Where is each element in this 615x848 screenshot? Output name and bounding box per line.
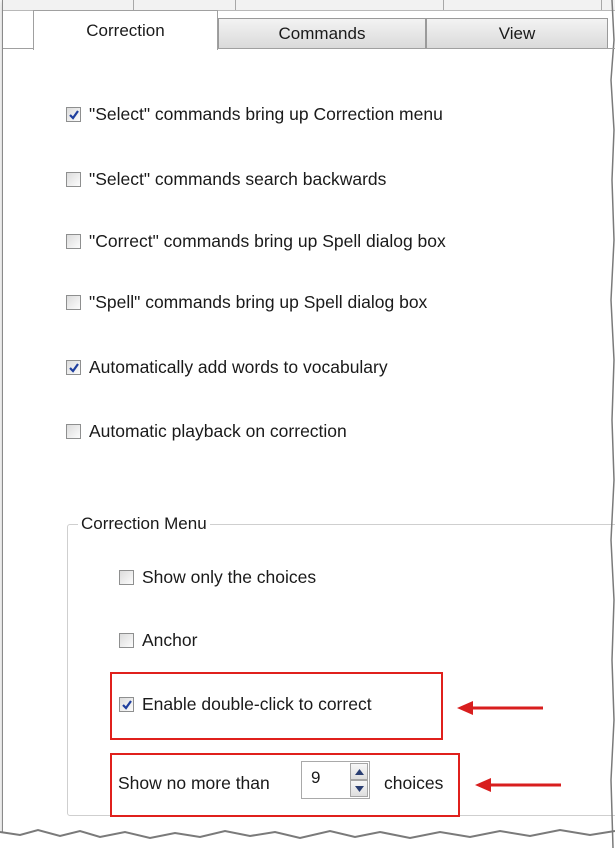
red-arrow-icon — [457, 701, 543, 715]
option-label: Automatically add words to vocabulary — [89, 357, 388, 377]
chevron-down-icon — [355, 786, 364, 792]
option-auto-add-words[interactable]: Automatically add words to vocabulary — [66, 357, 388, 378]
checkbox-unchecked[interactable] — [119, 570, 134, 585]
checkbox-checked[interactable] — [66, 360, 81, 375]
option-select-brings-correction-menu[interactable]: "Select" commands bring up Correction me… — [66, 104, 443, 125]
checkbox-unchecked[interactable] — [66, 424, 81, 439]
option-show-only-choices[interactable]: Show only the choices — [119, 567, 316, 588]
option-enable-double-click[interactable]: Enable double-click to correct — [119, 694, 372, 715]
checkbox-unchecked[interactable] — [119, 633, 134, 648]
spinner-down-button[interactable] — [350, 780, 368, 797]
checkmark-icon — [122, 700, 132, 710]
option-label: "Correct" commands bring up Spell dialog… — [89, 231, 446, 251]
checkbox-unchecked[interactable] — [66, 295, 81, 310]
option-select-search-backwards[interactable]: "Select" commands search backwards — [66, 169, 386, 190]
option-label: "Spell" commands bring up Spell dialog b… — [89, 292, 428, 312]
option-correct-brings-spell-dialog[interactable]: "Correct" commands bring up Spell dialog… — [66, 231, 446, 252]
option-anchor[interactable]: Anchor — [119, 630, 197, 651]
correction-menu-title: Correction Menu — [78, 514, 210, 534]
torn-edge-decoration — [0, 828, 615, 848]
tab-correction[interactable]: Correction — [33, 10, 218, 50]
option-label: Enable double-click to correct — [142, 694, 372, 714]
torn-right-edge-decoration — [610, 0, 615, 848]
option-label: Automatic playback on correction — [89, 421, 347, 441]
max-choices-value[interactable]: 9 — [311, 768, 320, 788]
checkmark-icon — [69, 363, 79, 373]
checkbox-unchecked[interactable] — [66, 234, 81, 249]
tab-view[interactable]: View — [426, 18, 608, 48]
checkbox-unchecked[interactable] — [66, 172, 81, 187]
spinner-up-button[interactable] — [350, 763, 368, 780]
option-label: Anchor — [142, 630, 198, 650]
tab-commands[interactable]: Commands — [218, 18, 426, 48]
checkbox-checked[interactable] — [66, 107, 81, 122]
max-choices-suffix: choices — [384, 773, 444, 793]
max-choices-spinner[interactable]: 9 — [301, 761, 370, 799]
red-arrow-icon — [475, 778, 561, 792]
checkbox-checked[interactable] — [119, 697, 134, 712]
max-choices-prefix: Show no more than — [118, 773, 270, 793]
option-label: Show only the choices — [142, 567, 317, 587]
option-label: "Select" commands bring up Correction me… — [89, 104, 443, 124]
option-label: "Select" commands search backwards — [89, 169, 387, 189]
option-auto-playback[interactable]: Automatic playback on correction — [66, 421, 347, 442]
chevron-up-icon — [355, 769, 364, 775]
checkmark-icon — [69, 110, 79, 120]
option-spell-brings-spell-dialog[interactable]: "Spell" commands bring up Spell dialog b… — [66, 292, 427, 313]
